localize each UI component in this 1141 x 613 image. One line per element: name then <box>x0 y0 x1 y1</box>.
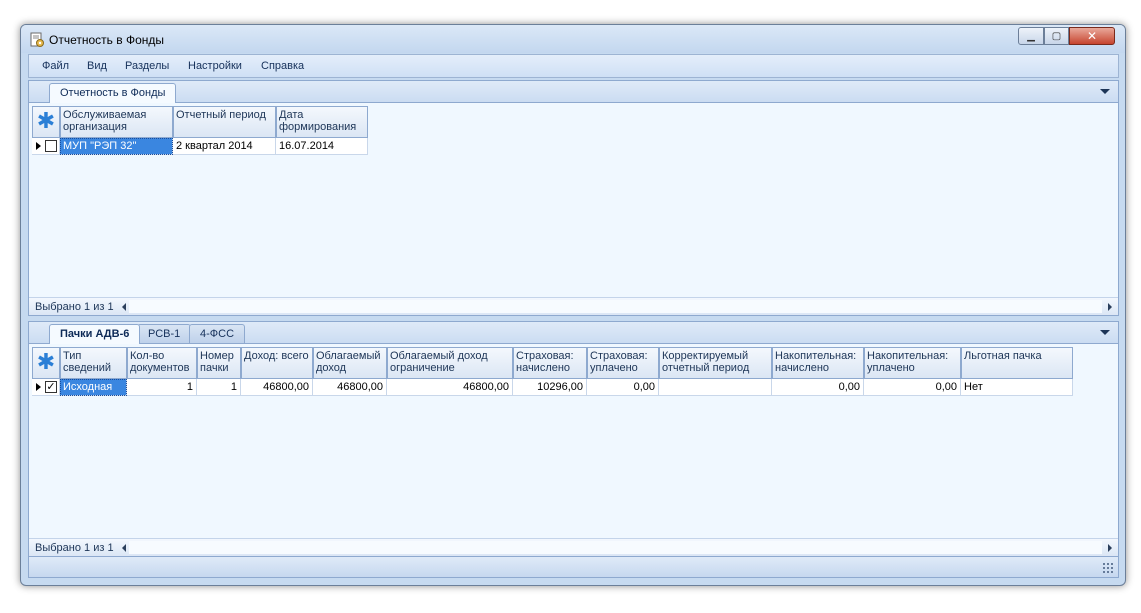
tab-4fss[interactable]: 4-ФСС <box>189 324 246 344</box>
menu-file[interactable]: Файл <box>42 60 69 72</box>
column-header-corrected-period[interactable]: Корректируемый отчетный период <box>659 347 772 379</box>
report-gear-icon <box>30 32 44 47</box>
tab-adv6[interactable]: Пачки АДВ-6 <box>49 324 141 344</box>
menu-view[interactable]: Вид <box>87 60 107 72</box>
column-header-insurance-paid[interactable]: Страховая: уплачено <box>587 347 659 379</box>
cell-taxable-income-limit[interactable]: 46800,00 <box>387 379 513 396</box>
cell-pack-number[interactable]: 1 <box>197 379 241 396</box>
menu-bar: Файл Вид Разделы Настройки Справка <box>28 54 1119 78</box>
scroll-left-icon[interactable] <box>122 303 126 311</box>
column-header-pack-number[interactable]: Номер пачки <box>197 347 241 379</box>
bottom-tabstrip: Пачки АДВ-6 РСВ-1 4-ФСС <box>28 321 1119 344</box>
tab-reports-to-funds[interactable]: Отчетность в Фонды <box>49 83 177 103</box>
cell-corrected-period[interactable] <box>659 379 772 396</box>
cell-funded-charged[interactable]: 0,00 <box>772 379 864 396</box>
title-bar[interactable]: Отчетность в Фонды ▁ ▢ ✕ <box>21 25 1125 53</box>
column-header-taxable-income[interactable]: Облагаемый доход <box>313 347 387 379</box>
column-header-organization[interactable]: Обслуживаемая организация <box>60 106 173 138</box>
window-title: Отчетность в Фонды <box>49 33 164 47</box>
horizontal-scrollbar[interactable] <box>129 541 1102 554</box>
top-status-bar: Выбрано 1 из 1 <box>29 297 1118 315</box>
bottom-grid-panel: ✱ Тип сведений Кол-во документов Номер п… <box>28 343 1119 557</box>
cell-info-type[interactable]: Исходная <box>60 379 127 396</box>
resize-grip-icon[interactable] <box>1102 562 1114 574</box>
column-header-info-type[interactable]: Тип сведений <box>60 347 127 379</box>
menu-sections[interactable]: Разделы <box>125 60 169 72</box>
menu-help[interactable]: Справка <box>261 60 304 72</box>
cell-period[interactable]: 2 квартал 2014 <box>173 138 276 155</box>
close-button[interactable]: ✕ <box>1069 27 1115 45</box>
column-header-preferential-pack[interactable]: Льготная пачка <box>961 347 1073 379</box>
top-grid-panel: ✱ Обслуживаемая организация Отчетный пер… <box>28 102 1119 316</box>
cell-doc-count[interactable]: 1 <box>127 379 197 396</box>
top-selection-count: Выбрано 1 из 1 <box>35 301 114 313</box>
column-header-taxable-income-limit[interactable]: Облагаемый доход ограничение <box>387 347 513 379</box>
minimize-icon: ▁ <box>1027 30 1035 42</box>
cell-insurance-paid[interactable]: 0,00 <box>587 379 659 396</box>
bottom-status-bar: Выбрано 1 из 1 <box>29 538 1118 556</box>
cell-income-total[interactable]: 46800,00 <box>241 379 313 396</box>
cell-taxable-income[interactable]: 46800,00 <box>313 379 387 396</box>
add-row-icon[interactable]: ✱ <box>32 347 60 379</box>
column-header-doc-count[interactable]: Кол-во документов <box>127 347 197 379</box>
minimize-button[interactable]: ▁ <box>1018 27 1044 45</box>
maximize-button[interactable]: ▢ <box>1044 27 1069 45</box>
row-checkbox[interactable] <box>45 140 57 152</box>
tab-dropdown-icon[interactable] <box>1100 89 1110 94</box>
scroll-right-icon[interactable] <box>1108 303 1112 311</box>
cell-organization[interactable]: МУП "РЭП 32" <box>60 138 173 155</box>
column-header-insurance-charged[interactable]: Страховая: начислено <box>513 347 587 379</box>
window-status-bar <box>28 556 1119 578</box>
cell-date[interactable]: 16.07.2014 <box>276 138 368 155</box>
column-header-date[interactable]: Дата формирования <box>276 106 368 138</box>
cell-funded-paid[interactable]: 0,00 <box>864 379 961 396</box>
close-icon: ✕ <box>1086 29 1098 43</box>
cell-preferential-pack[interactable]: Нет <box>961 379 1073 396</box>
add-row-icon[interactable]: ✱ <box>32 106 60 138</box>
scroll-right-icon[interactable] <box>1108 544 1112 552</box>
current-row-icon <box>36 383 41 391</box>
tab-rsv1[interactable]: РСВ-1 <box>137 324 192 344</box>
maximize-icon: ▢ <box>1051 30 1062 42</box>
column-header-period[interactable]: Отчетный период <box>173 106 276 138</box>
scroll-left-icon[interactable] <box>122 544 126 552</box>
row-checkbox-checked[interactable]: ✓ <box>45 381 57 393</box>
bottom-selection-count: Выбрано 1 из 1 <box>35 542 114 554</box>
column-header-funded-paid[interactable]: Накопительная: уплачено <box>864 347 961 379</box>
main-window: Отчетность в Фонды ▁ ▢ ✕ Файл Вид Раздел… <box>20 24 1126 586</box>
column-header-income-total[interactable]: Доход: всего <box>241 347 313 379</box>
menu-settings[interactable]: Настройки <box>188 60 242 72</box>
tab-dropdown-icon[interactable] <box>1100 330 1110 335</box>
top-tabstrip: Отчетность в Фонды <box>28 80 1119 103</box>
row-indicator[interactable]: ✓ <box>32 379 60 396</box>
horizontal-scrollbar[interactable] <box>129 300 1102 313</box>
column-header-funded-charged[interactable]: Накопительная: начислено <box>772 347 864 379</box>
current-row-icon <box>36 142 41 150</box>
row-indicator[interactable] <box>32 138 60 155</box>
cell-insurance-charged[interactable]: 10296,00 <box>513 379 587 396</box>
